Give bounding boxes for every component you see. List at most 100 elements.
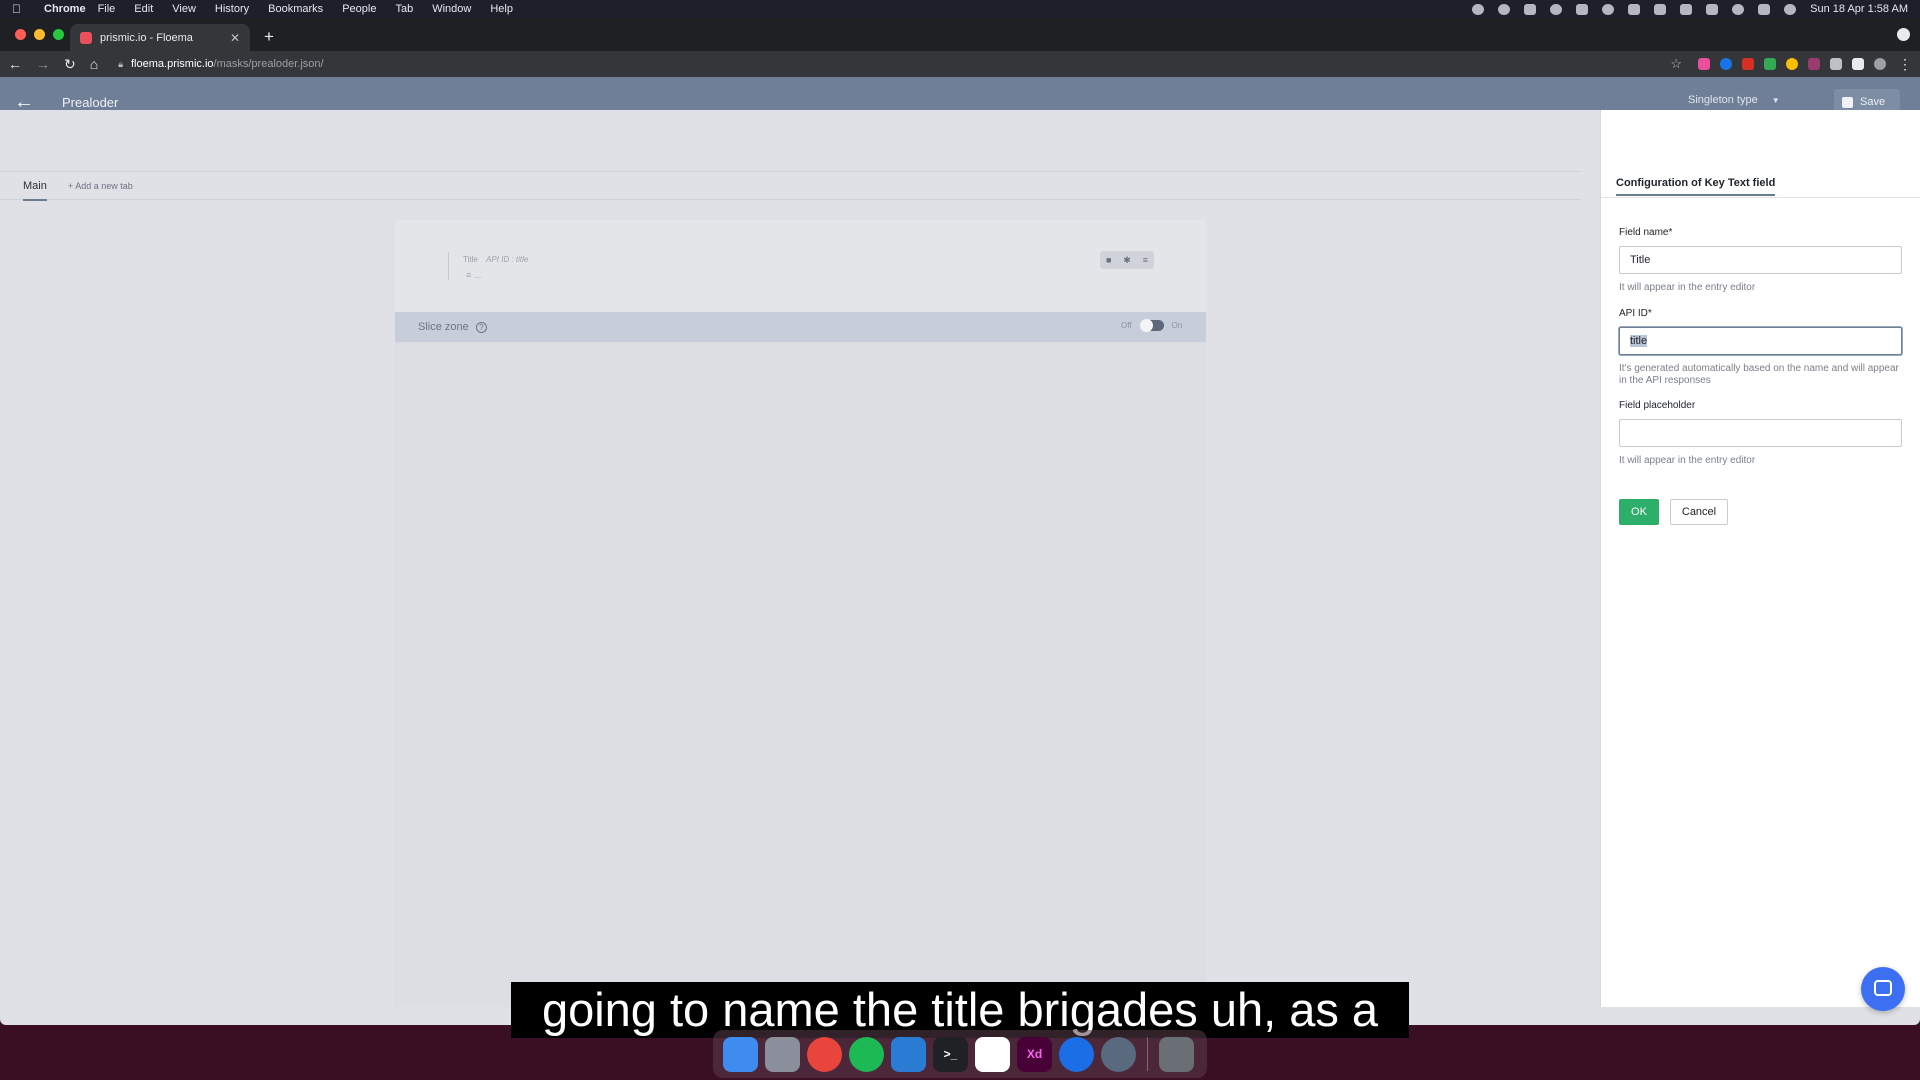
help-icon[interactable]: ? — [475, 322, 487, 333]
url-host: floema.prismic.io — [131, 58, 214, 70]
back-nav-icon[interactable]: ← — [8, 56, 22, 72]
save-button-label: Save — [1860, 96, 1886, 108]
spotify-icon[interactable] — [849, 1036, 884, 1072]
slice-zone-toggle-wrap: Off On — [1121, 319, 1182, 332]
menu-tab[interactable]: Tab — [395, 3, 413, 15]
field-name-help: It will appear in the entry editor — [1619, 282, 1756, 293]
field-name-input[interactable]: Title — [1619, 246, 1902, 274]
editor-top-band — [0, 110, 1581, 172]
placeholder-input[interactable] — [1619, 419, 1902, 447]
extension-purple-icon[interactable] — [1808, 58, 1820, 70]
ok-button[interactable]: OK — [1619, 499, 1659, 525]
forward-nav-icon[interactable]: → — [36, 56, 50, 72]
menu-app-name[interactable]: Chrome — [44, 3, 86, 15]
upload-icon[interactable] — [1576, 3, 1589, 15]
menu-people[interactable]: People — [342, 3, 376, 15]
home-icon[interactable]: ⌂ — [90, 56, 98, 72]
add-tab-button[interactable]: + Add a new tab — [68, 181, 133, 191]
editor-tabs: Main + Add a new tab — [0, 172, 1581, 201]
toolbar: ← → ↻ ⌂ 🔒︎ floema.prismic.io /masks/prea… — [0, 51, 1920, 77]
reload-icon[interactable]: ↻ — [64, 56, 76, 73]
chevron-down-icon: ▼ — [1771, 95, 1780, 105]
menu-bookmarks[interactable]: Bookmarks — [268, 3, 323, 15]
apple-icon[interactable]:  — [12, 2, 34, 16]
close-window-icon[interactable] — [15, 29, 26, 40]
google-drive-icon[interactable] — [1764, 58, 1776, 70]
toggle-off-label: Off — [1121, 321, 1132, 330]
slack-icon[interactable] — [975, 1036, 1010, 1072]
slice-zone-label-row: Slice zone ? — [418, 321, 487, 333]
title-field-card[interactable]: Title API ID : title ≡ ... ■ ✱ ≡ — [395, 220, 1206, 312]
maps-icon[interactable] — [1059, 1036, 1094, 1072]
spotlight-icon[interactable] — [1732, 3, 1745, 15]
chrome-menu-icon[interactable]: ⋮ — [1898, 56, 1912, 73]
vscode-icon[interactable] — [891, 1036, 926, 1072]
field-api-id: API ID : title — [486, 255, 529, 264]
gear-icon[interactable]: ✱ — [1123, 255, 1131, 266]
field-preview: ≡ ... — [466, 270, 482, 280]
flag-icon[interactable] — [1628, 3, 1641, 15]
tab-main[interactable]: Main — [23, 180, 47, 201]
new-tab-icon[interactable]: + — [264, 27, 274, 47]
dock: >_ Xd — [713, 1030, 1207, 1078]
clock[interactable]: Sun 18 Apr 1:58 AM — [1810, 3, 1908, 15]
close-tab-icon[interactable]: ✕ — [230, 31, 240, 45]
battery-icon[interactable] — [1654, 3, 1667, 15]
extension-yellow-icon[interactable] — [1786, 58, 1798, 70]
siri-icon[interactable] — [1784, 3, 1797, 15]
trash-icon[interactable]: ■ — [1106, 255, 1111, 265]
panel-title: Configuration of Key Text field — [1616, 177, 1776, 196]
dock-separator — [1147, 1037, 1148, 1071]
creative-cloud-icon[interactable] — [1498, 3, 1511, 15]
browser-tab[interactable]: prismic.io - Floema ✕ — [70, 24, 250, 51]
api-id-value: title — [1630, 335, 1648, 347]
profile-icon[interactable] — [1897, 28, 1910, 41]
trash-icon[interactable] — [1159, 1036, 1194, 1072]
menu-view[interactable]: View — [172, 3, 196, 15]
finder-icon[interactable] — [723, 1036, 758, 1072]
save-disk-icon — [1842, 96, 1853, 108]
slice-zone-toggle[interactable] — [1139, 319, 1164, 332]
menu-file[interactable]: File — [98, 3, 116, 15]
onepassword-extension-icon[interactable] — [1720, 58, 1732, 70]
field-placeholder-preview: ... — [473, 270, 482, 280]
avatar[interactable] — [1874, 58, 1886, 70]
chrome-icon[interactable] — [807, 1036, 842, 1072]
address-bar[interactable]: 🔒︎ floema.prismic.io /masks/prealoder.js… — [118, 58, 323, 70]
api-id-label: API ID* — [1619, 308, 1652, 319]
cloud-icon[interactable] — [1524, 3, 1537, 15]
type-select[interactable]: Singleton type ▼ — [1688, 94, 1780, 106]
control-center-icon[interactable] — [1758, 3, 1771, 15]
minimize-window-icon[interactable] — [34, 29, 45, 40]
play-icon[interactable] — [1602, 3, 1615, 15]
terminal-icon[interactable]: >_ — [933, 1036, 968, 1072]
shield-icon[interactable] — [1830, 58, 1842, 70]
record-icon[interactable] — [1472, 3, 1485, 15]
cancel-button[interactable]: Cancel — [1670, 499, 1728, 525]
onepassword-icon[interactable] — [1550, 3, 1563, 15]
slice-zone: Slice zone ? Off On — [395, 312, 1206, 342]
wifi-off-icon[interactable] — [1706, 3, 1719, 15]
extensions-bar: ☆ ⋮ — [1670, 56, 1912, 73]
bluetooth-icon[interactable] — [1680, 3, 1693, 15]
api-id-help: It's generated automatically based on th… — [1619, 363, 1899, 386]
drag-handle-icon[interactable]: ≡ — [1143, 255, 1148, 265]
maximize-window-icon[interactable] — [53, 29, 64, 40]
type-select-label: Singleton type — [1688, 94, 1758, 106]
menu-help[interactable]: Help — [490, 3, 513, 15]
extension-pink-icon[interactable] — [1698, 58, 1710, 70]
bookmark-star-icon[interactable]: ☆ — [1670, 56, 1682, 72]
quicktime-icon[interactable] — [1101, 1036, 1136, 1072]
extension-red-icon[interactable] — [1742, 58, 1754, 70]
chat-launcher-button[interactable] — [1861, 967, 1905, 1011]
menu-history[interactable]: History — [215, 3, 249, 15]
add-tab-label: Add a new tab — [75, 181, 133, 191]
launchpad-icon[interactable] — [765, 1036, 800, 1072]
menu-edit[interactable]: Edit — [134, 3, 153, 15]
api-id-input[interactable]: title — [1619, 327, 1902, 355]
window-controls — [15, 29, 64, 40]
extensions-puzzle-icon[interactable] — [1852, 58, 1864, 70]
slice-zone-label: Slice zone — [418, 321, 469, 333]
adobe-xd-icon[interactable]: Xd — [1017, 1036, 1052, 1072]
menu-window[interactable]: Window — [432, 3, 471, 15]
